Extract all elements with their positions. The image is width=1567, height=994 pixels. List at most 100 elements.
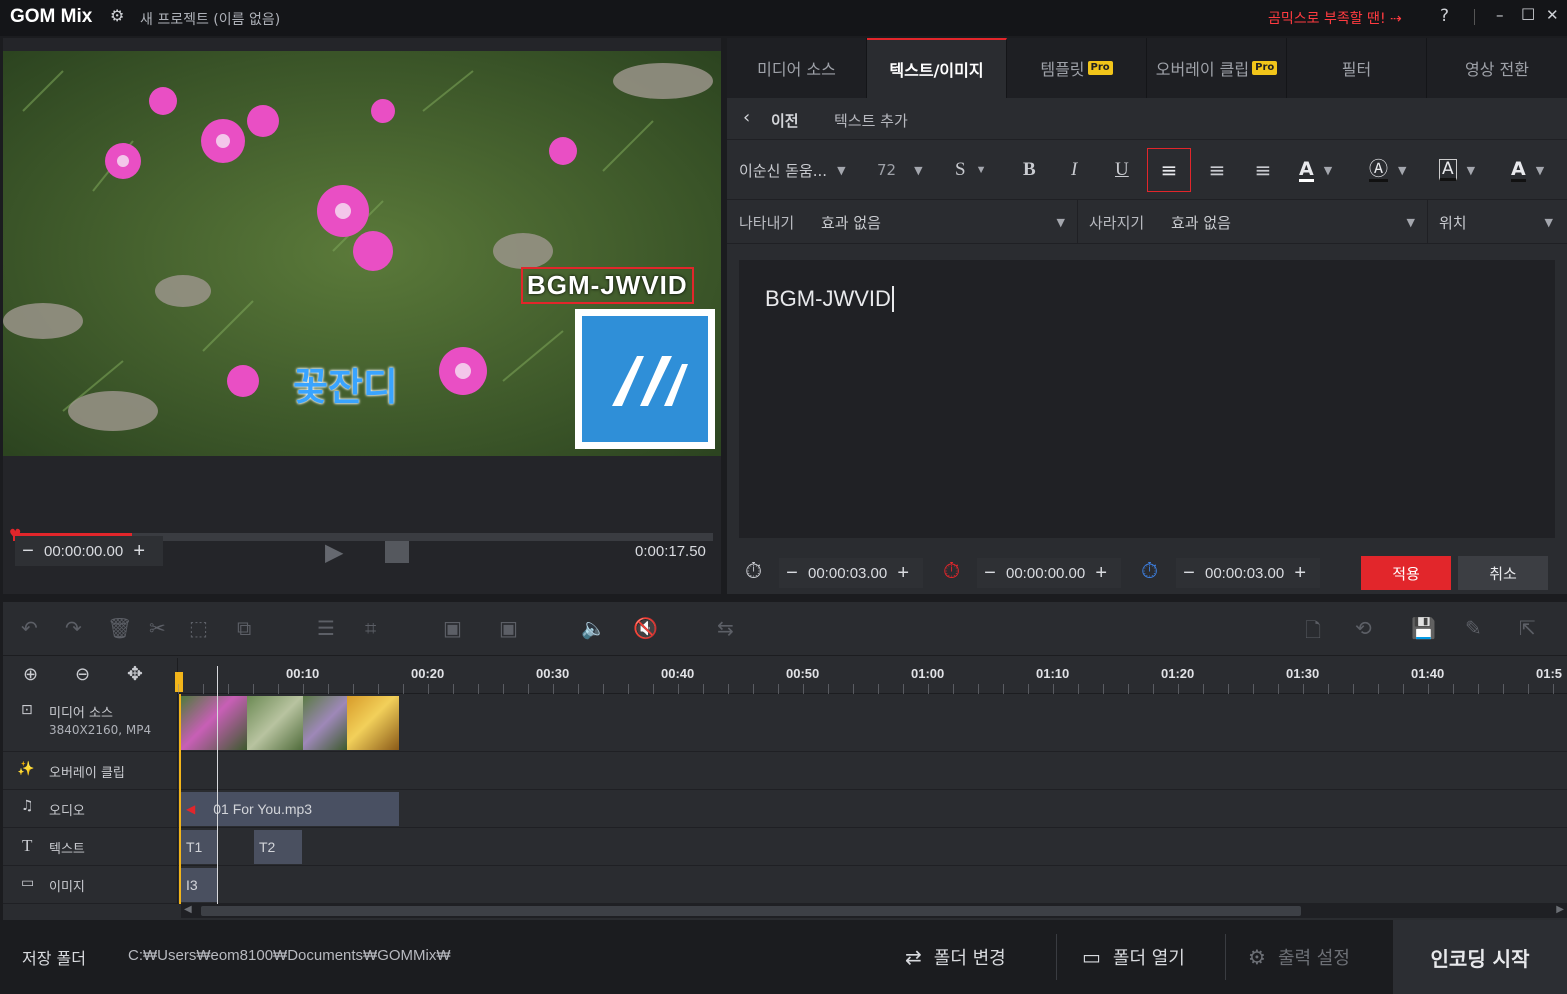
timeline-ruler[interactable]: 00:10 00:20 00:30 00:40 00:50 01:00 01:1… <box>175 658 1567 694</box>
track-label-overlay[interactable]: ✨ 오버레이 클립 <box>3 752 178 790</box>
align-right-button[interactable]: ≡ <box>1251 140 1275 200</box>
tab-overlay-clip[interactable]: 오버레이 클립 Pro <box>1147 38 1287 98</box>
change-folder-button[interactable]: ⇄ 폴더 변경 <box>905 920 1006 994</box>
tab-filter[interactable]: 필터 <box>1287 38 1427 98</box>
font-family-select[interactable]: 이순신 돋움... ▼ <box>739 140 846 200</box>
end-time[interactable]: 00:00:03.00 <box>1201 565 1288 582</box>
time-plus-button[interactable]: + <box>1288 562 1312 585</box>
time-plus-button[interactable]: + <box>891 562 915 585</box>
background-color-button[interactable]: A ▼ <box>1439 140 1475 200</box>
maximize-button[interactable]: □ <box>1521 4 1535 22</box>
video-logo-image[interactable] <box>575 309 715 449</box>
ruler-tick-label: 01:5 <box>1536 666 1563 681</box>
duration-time[interactable]: 00:00:03.00 <box>804 565 891 582</box>
back-button[interactable]: 이전 <box>771 110 799 131</box>
track-label-text[interactable]: T 텍스트 <box>3 828 178 866</box>
cut-icon[interactable]: ✂ <box>149 616 166 640</box>
select-area-icon[interactable]: ⬚ <box>189 616 208 640</box>
time-plus-button[interactable]: + <box>1089 562 1113 585</box>
cancel-button[interactable]: 취소 <box>1458 556 1548 590</box>
scroll-right-icon[interactable]: ▶ <box>1556 904 1564 915</box>
align-left-button[interactable]: ≡ <box>1147 148 1191 192</box>
apply-button[interactable]: 적용 <box>1361 556 1451 590</box>
close-button[interactable]: ✕ <box>1546 6 1559 24</box>
bold-button[interactable]: B <box>1023 140 1036 200</box>
media-clip-group[interactable] <box>181 696 399 750</box>
help-icon[interactable]: ? <box>1440 6 1449 26</box>
split-icon[interactable]: ⧉ <box>237 616 251 640</box>
volume-icon[interactable]: 🔈 <box>581 616 606 640</box>
media-clip[interactable] <box>181 696 247 750</box>
undo-icon[interactable]: ↶ <box>21 616 38 640</box>
italic-button[interactable]: I <box>1071 140 1077 200</box>
font-color-button[interactable]: A ▼ <box>1299 140 1332 200</box>
underline-button[interactable]: U <box>1115 140 1129 200</box>
fit-timeline-icon[interactable]: ✥ <box>127 663 143 685</box>
time-minus-button[interactable]: − <box>1177 562 1201 585</box>
save-icon[interactable]: 💾 <box>1411 616 1436 640</box>
tab-template[interactable]: 템플릿 Pro <box>1007 38 1147 98</box>
zoom-out-icon[interactable]: ⊖ <box>75 664 90 685</box>
image-out-icon[interactable]: ▣ <box>499 616 518 640</box>
video-preview[interactable]: BGM-JWVID 꽃잔디 <box>3 51 721 456</box>
media-clip[interactable] <box>303 696 347 750</box>
shadow-color-button[interactable]: A ▼ <box>1511 140 1544 200</box>
time-minus-button[interactable]: − <box>16 540 40 563</box>
reload-icon[interactable]: ⟲ <box>1355 616 1372 640</box>
track-label-audio[interactable]: ♫ 오디오 <box>3 790 178 828</box>
scrollbar-thumb[interactable] <box>201 906 1301 916</box>
start-time[interactable]: 00:00:00.00 <box>1002 565 1089 582</box>
stop-button[interactable] <box>385 541 409 563</box>
align-center-button[interactable]: ≡ <box>1205 140 1229 200</box>
new-project-icon[interactable]: 🗋 <box>1305 616 1321 650</box>
settings-gear-icon[interactable]: ⚙ <box>110 6 124 25</box>
media-clip[interactable] <box>347 696 399 750</box>
time-minus-button[interactable]: − <box>978 562 1002 585</box>
adjust-icon[interactable]: ☰ <box>317 616 335 640</box>
image-in-icon[interactable]: ▣ <box>443 616 462 640</box>
transition-icon[interactable]: ⇆ <box>717 616 734 640</box>
time-minus-button[interactable]: − <box>780 562 804 585</box>
tab-text-image[interactable]: 텍스트/이미지 <box>867 38 1007 98</box>
mute-icon[interactable]: 🔇 <box>633 616 658 640</box>
track-label-media[interactable]: ⊡ 미디어 소스 3840X2160, MP4 <box>3 694 178 752</box>
scroll-left-icon[interactable]: ◀ <box>184 904 192 915</box>
redo-icon[interactable]: ↷ <box>65 616 82 640</box>
position-select[interactable]: 위치 ▼ <box>1439 200 1553 244</box>
save-as-icon[interactable]: ✎ <box>1465 616 1482 640</box>
minimize-button[interactable]: – <box>1496 6 1504 24</box>
open-folder-button[interactable]: ▭ 폴더 열기 <box>1082 920 1185 994</box>
disappear-effect-select[interactable]: 효과 없음 ▼ <box>1171 200 1415 244</box>
export-icon[interactable]: ⇱ <box>1519 616 1536 640</box>
time-plus-button[interactable]: + <box>127 540 151 563</box>
text-clip-t2[interactable]: T2 <box>254 830 302 864</box>
audio-clip[interactable]: ◀ 01 For You.mp3 <box>181 792 399 826</box>
output-settings-button[interactable]: ⚙ 출력 설정 <box>1248 920 1350 994</box>
text-clip-t1[interactable]: T1 <box>181 830 217 864</box>
text-editor-content[interactable]: BGM-JWVID <box>765 286 894 312</box>
font-size-select[interactable]: 72 ▼ <box>877 140 923 200</box>
playhead-line[interactable] <box>217 666 218 910</box>
zoom-in-icon[interactable]: ⊕ <box>23 664 38 685</box>
play-button[interactable]: ▶ <box>325 538 343 566</box>
preview-current-time[interactable]: 00:00:00.00 <box>40 543 127 560</box>
preview-panel: BGM-JWVID 꽃잔디 ♥ − 00:00:00.00 + ▶ 0:00:1… <box>3 38 721 594</box>
track-label-image[interactable]: ▭ 이미지 <box>3 866 178 904</box>
crop-icon[interactable]: ⌗ <box>365 616 376 640</box>
start-encoding-button[interactable]: 인코딩 시작 <box>1393 920 1567 994</box>
strikethrough-button[interactable]: S ▼ <box>955 140 986 200</box>
video-overlay-text-2[interactable]: 꽃잔디 <box>293 356 398 411</box>
tab-transition[interactable]: 영상 전환 <box>1427 38 1567 98</box>
text-editor[interactable]: BGM-JWVID <box>739 260 1555 538</box>
appear-effect-select[interactable]: 효과 없음 ▼ <box>821 200 1065 244</box>
promo-link[interactable]: 곰믹스로 부족할 땐! ⇢ <box>1268 8 1402 28</box>
tab-media-source[interactable]: 미디어 소스 <box>727 38 867 98</box>
outline-color-button[interactable]: Ⓐ ▼ <box>1369 140 1406 200</box>
image-clip-i3[interactable]: I3 <box>181 868 217 902</box>
media-clip[interactable] <box>247 696 303 750</box>
delete-icon[interactable]: 🗑 <box>107 616 132 640</box>
back-chevron-icon[interactable]: ‹ <box>743 107 750 128</box>
tab-label: 텍스트/이미지 <box>889 61 984 80</box>
timeline-scrollbar[interactable]: ◀ ▶ <box>181 904 1567 918</box>
video-text-overlay-1[interactable]: BGM-JWVID <box>521 267 694 304</box>
